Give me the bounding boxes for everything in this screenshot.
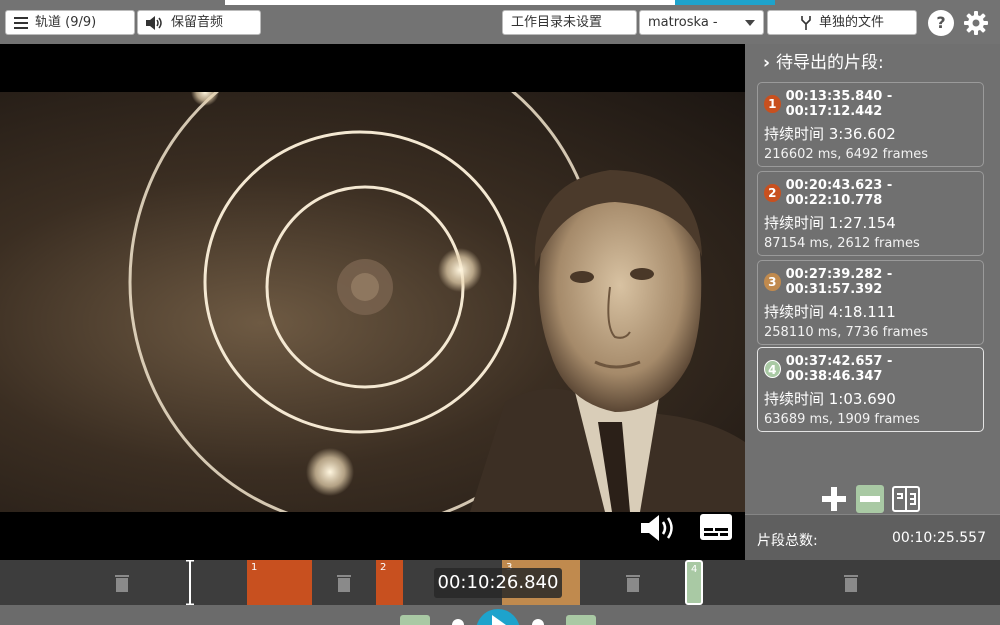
- next-cut-button: [532, 619, 544, 625]
- segment-range: 00:27:39.282 - 00:31:57.392: [785, 267, 893, 297]
- timeline-segment-number: 1: [251, 562, 258, 573]
- subtitles-icon[interactable]: [700, 514, 732, 540]
- chevron-down-icon: [745, 19, 755, 26]
- format-select[interactable]: matroska -: [639, 10, 764, 35]
- tracks-label: 轨道 (9/9): [35, 15, 97, 30]
- list-icon: [14, 16, 28, 29]
- segment-details: 216602 ms, 6492 frames: [764, 147, 928, 162]
- timeline-segment-number: 2: [380, 562, 387, 573]
- tracks-button[interactable]: 轨道 (9/9): [5, 10, 135, 35]
- total-value: 00:10:25.557: [891, 530, 986, 546]
- timeline-segment-4[interactable]: 4: [685, 560, 703, 605]
- segment-duration: 持续时间 3:36.602: [764, 125, 896, 143]
- trash-icon[interactable]: [625, 573, 641, 593]
- segment-details: 258110 ms, 7736 frames: [764, 325, 928, 340]
- workdir-label: 工作目录未设置: [511, 15, 603, 30]
- set-end-button: [566, 615, 596, 625]
- total-label: 片段总数:: [757, 533, 818, 549]
- panel-title: › 待导出的片段:: [763, 48, 884, 73]
- split-segment-icon[interactable]: [891, 484, 921, 514]
- segment-number: 2: [764, 184, 781, 202]
- segments-panel: › 待导出的片段: 1 00:13:35.840 - 00:17:12.442 持续…: [745, 44, 1000, 561]
- current-time-display: 00:10:26.840: [434, 568, 562, 598]
- prev-cut-button: [452, 619, 464, 625]
- segment-range: 00:37:42.657 - 00:38:46.347: [785, 354, 893, 384]
- playhead-marker[interactable]: [186, 560, 194, 605]
- segment-number: 4: [764, 360, 781, 378]
- volume-icon[interactable]: [641, 513, 679, 543]
- help-button[interactable]: ?: [928, 10, 954, 36]
- segment-number: 1: [764, 95, 781, 113]
- top-toolbar: 轨道 (9/9) 保留音频 工作目录未设置 matroska - 单独的文件 ?: [0, 0, 1000, 44]
- trash-icon[interactable]: [843, 573, 859, 593]
- fork-icon: [801, 15, 811, 30]
- segments-total-bar: 片段总数: 00:10:25.557: [745, 514, 1000, 561]
- keep-audio-button[interactable]: 保留音频: [137, 10, 261, 35]
- segment-card-4[interactable]: 4 00:37:42.657 - 00:38:46.347 持续时间 1:03.6…: [757, 347, 984, 432]
- set-start-button: [400, 615, 430, 625]
- segment-number: 3: [764, 273, 781, 291]
- segment-duration: 持续时间 1:03.690: [764, 390, 896, 408]
- speaker-icon: [146, 15, 162, 30]
- title-strip-accent: [675, 0, 775, 5]
- segment-range: 00:13:35.840 - 00:17:12.442: [785, 89, 893, 119]
- output-mode-button[interactable]: 单独的文件: [767, 10, 917, 35]
- workdir-button[interactable]: 工作目录未设置: [502, 10, 637, 35]
- segment-duration: 持续时间 1:27.154: [764, 214, 896, 232]
- video-frame: [0, 92, 745, 512]
- title-strip: [225, 0, 675, 5]
- add-segment-icon[interactable]: [819, 484, 849, 514]
- keep-audio-label: 保留音频: [171, 15, 224, 30]
- playback-controls: [0, 605, 1000, 625]
- segment-duration: 持续时间 4:18.111: [764, 303, 896, 321]
- output-mode-label: 单独的文件: [818, 15, 884, 30]
- segment-actions: [819, 484, 921, 514]
- segment-card-1[interactable]: 1 00:13:35.840 - 00:17:12.442 持续时间 3:36.6…: [757, 82, 984, 167]
- segment-card-3[interactable]: 3 00:27:39.282 - 00:31:57.392 持续时间 4:18.1…: [757, 260, 984, 345]
- playback-controls-strip: [400, 609, 596, 625]
- panel-title-text: 待导出的片段:: [776, 53, 884, 73]
- timeline[interactable]: 1 2 3 00:10:26.840 4: [0, 560, 1000, 605]
- trash-icon[interactable]: [114, 573, 130, 593]
- chevron-right-icon[interactable]: ›: [763, 53, 770, 73]
- trash-icon[interactable]: [336, 573, 352, 593]
- timeline-segment-2[interactable]: 2: [376, 560, 403, 605]
- segment-details: 87154 ms, 2612 frames: [764, 236, 920, 251]
- format-value: matroska -: [648, 15, 718, 30]
- timeline-segment-number: 4: [691, 564, 698, 575]
- timeline-segment-1[interactable]: 1: [247, 560, 312, 605]
- video-player[interactable]: [0, 44, 745, 560]
- segment-range: 00:20:43.623 - 00:22:10.778: [785, 178, 893, 208]
- video-image: [128, 92, 745, 512]
- remove-segment-icon[interactable]: [855, 484, 885, 514]
- segment-details: 63689 ms, 1909 frames: [764, 412, 920, 427]
- gear-icon[interactable]: [962, 9, 990, 37]
- segment-card-2[interactable]: 2 00:20:43.623 - 00:22:10.778 持续时间 1:27.1…: [757, 171, 984, 256]
